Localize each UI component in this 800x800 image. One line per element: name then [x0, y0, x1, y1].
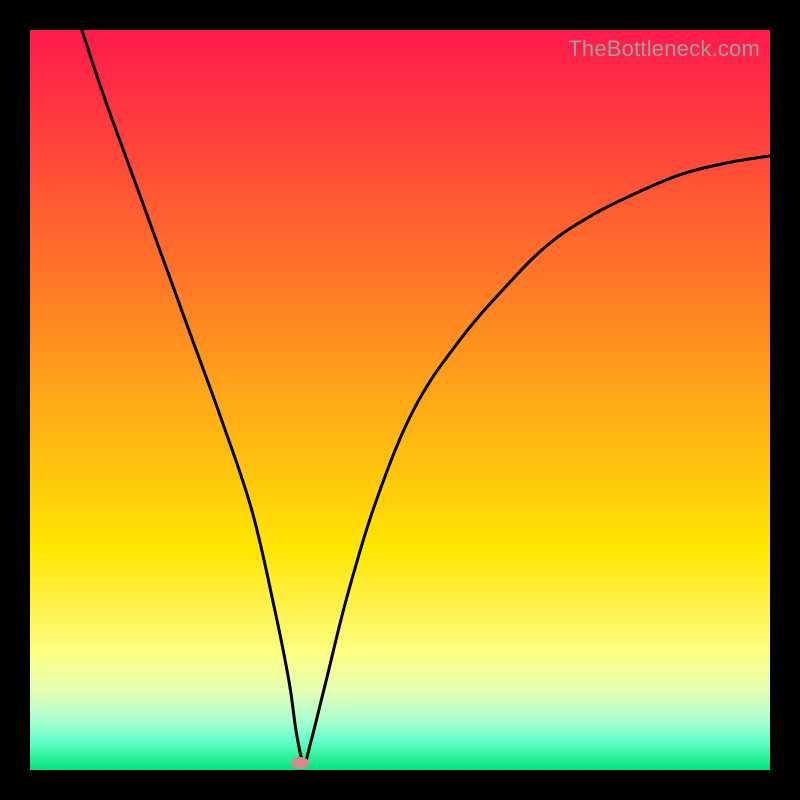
- chart-frame: TheBottleneck.com: [0, 0, 800, 800]
- bottleneck-curve-path: [82, 30, 770, 763]
- plot-area: TheBottleneck.com: [30, 30, 770, 770]
- watermark-text: TheBottleneck.com: [568, 36, 760, 62]
- bottleneck-curve-svg: [30, 30, 770, 770]
- optimum-marker: [291, 757, 309, 769]
